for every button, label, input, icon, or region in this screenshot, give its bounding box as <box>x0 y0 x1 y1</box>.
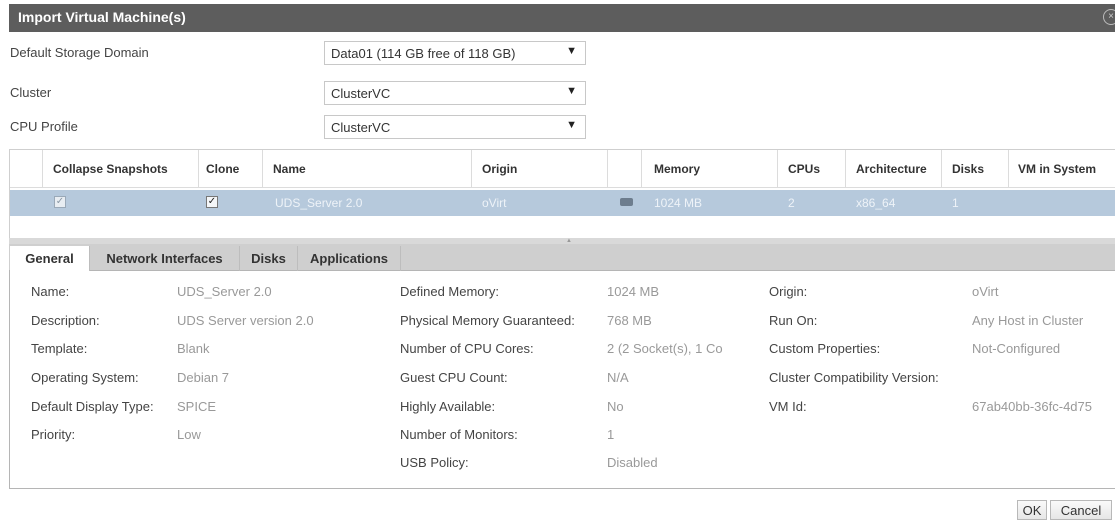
name-label: Name: <box>31 284 70 299</box>
origin-value: oVirt <box>972 284 999 299</box>
general-details-panel: Name: UDS_Server 2.0 Description: UDS Se… <box>9 271 1115 489</box>
default-display-type-label: Default Display Type: <box>31 399 154 414</box>
chevron-down-icon: ▼ <box>566 45 577 57</box>
template-label: Template: <box>31 341 88 356</box>
priority-label: Priority: <box>31 427 76 442</box>
chevron-down-icon: ▼ <box>566 85 577 97</box>
cpu-cores-label: Number of CPU Cores: <box>400 341 534 356</box>
cpu-profile-row: CPU Profile ClusterVC ▼ <box>10 115 590 139</box>
column-header-collapse-snapshots[interactable]: Collapse Snapshots <box>43 150 199 188</box>
column-header-clone[interactable]: Clone <box>199 150 263 188</box>
description-label: Description: <box>31 313 100 328</box>
column-header-cpus[interactable]: CPUs <box>778 150 846 188</box>
cluster-row: Cluster ClusterVC ▼ <box>10 81 590 105</box>
default-storage-domain-row: Default Storage Domain Data01 (114 GB fr… <box>10 41 590 65</box>
cluster-value: ClusterVC <box>331 86 391 101</box>
disk-icon <box>620 198 633 206</box>
physical-memory-guaranteed-value: 768 MB <box>607 313 652 328</box>
number-of-monitors-value: 1 <box>607 427 615 442</box>
default-storage-domain-select[interactable]: Data01 (114 GB free of 118 GB) ▼ <box>324 41 586 65</box>
priority-value: Low <box>177 427 201 442</box>
number-of-monitors-label: Number of Monitors: <box>400 427 518 442</box>
defined-memory-value: 1024 MB <box>607 284 660 299</box>
vm-architecture-cell: x86_64 <box>856 196 896 210</box>
run-on-value: Any Host in Cluster <box>972 313 1084 328</box>
operating-system-value: Debian 7 <box>177 370 230 385</box>
cpu-profile-value: ClusterVC <box>331 120 391 135</box>
column-header-select[interactable] <box>10 150 43 188</box>
tab-disks[interactable]: Disks <box>240 246 298 271</box>
default-display-type-value: SPICE <box>177 399 217 414</box>
cancel-button[interactable]: Cancel <box>1050 500 1112 520</box>
cluster-compatibility-version-label: Cluster Compatibility Version: <box>769 370 939 385</box>
cpu-profile-label: CPU Profile <box>10 119 78 134</box>
dialog-titlebar: Import Virtual Machine(s) × <box>9 4 1115 32</box>
custom-properties-value: Not-Configured <box>972 341 1061 356</box>
name-value: UDS_Server 2.0 <box>177 284 272 299</box>
tab-applications[interactable]: Applications <box>298 246 401 271</box>
defined-memory-label: Defined Memory: <box>400 284 499 299</box>
tab-general[interactable]: General <box>10 246 90 271</box>
run-on-label: Run On: <box>769 313 818 328</box>
vm-in-system-cell <box>1018 190 1108 216</box>
guest-cpu-count-value: N/A <box>607 370 629 385</box>
tab-network-interfaces[interactable]: Network Interfaces <box>90 246 240 271</box>
clone-checkbox[interactable]: ✓ <box>206 196 218 208</box>
default-storage-domain-label: Default Storage Domain <box>10 45 149 60</box>
cpu-cores-value: 2 (2 Socket(s), 1 Core(s) per Socket) <box>607 341 723 356</box>
cluster-select[interactable]: ClusterVC ▼ <box>324 81 586 105</box>
usb-policy-label: USB Policy: <box>400 455 469 470</box>
highly-available-value: No <box>607 399 624 414</box>
origin-label: Origin: <box>769 284 808 299</box>
vm-disks-cell: 1 <box>952 196 959 210</box>
vm-memory-cell: 1024 MB <box>654 196 703 210</box>
vm-id-label: VM Id: <box>769 399 807 414</box>
table-row[interactable]: ✓ ✓ UDS_Server 2.0 oVirt 1024 MB 2 x86_6… <box>10 190 1115 216</box>
cluster-label: Cluster <box>10 85 52 100</box>
usb-policy-value: Disabled <box>607 455 658 470</box>
vm-cpus-cell: 2 <box>788 196 795 210</box>
collapse-snapshots-checkbox[interactable]: ✓ <box>54 196 66 208</box>
custom-properties-label: Custom Properties: <box>769 341 881 356</box>
column-header-disks[interactable]: Disks <box>942 150 1009 188</box>
detail-tabs: General Network Interfaces Disks Applica… <box>9 244 1115 271</box>
column-header-status[interactable] <box>608 150 642 188</box>
chevron-down-icon: ▼ <box>566 119 577 131</box>
template-value: Blank <box>177 341 210 356</box>
vm-origin-cell: oVirt <box>482 196 507 210</box>
cpu-profile-select[interactable]: ClusterVC ▼ <box>324 115 586 139</box>
column-header-vm-in-system[interactable]: VM in System <box>1009 150 1115 188</box>
grid-header: Collapse Snapshots Clone Name Origin Mem… <box>10 150 1115 188</box>
column-header-memory[interactable]: Memory <box>642 150 778 188</box>
physical-memory-guaranteed-label: Physical Memory Guaranteed: <box>400 313 575 328</box>
close-icon[interactable]: × <box>1103 9 1115 25</box>
vm-name-cell: UDS_Server 2.0 <box>275 196 363 210</box>
guest-cpu-count-label: Guest CPU Count: <box>400 370 508 385</box>
highly-available-label: Highly Available: <box>400 399 496 414</box>
ok-button[interactable]: OK <box>1017 500 1047 520</box>
operating-system-label: Operating System: <box>31 370 139 385</box>
column-header-origin[interactable]: Origin <box>472 150 608 188</box>
vm-id-value: 67ab40bb-36fc-4d75 <box>972 399 1092 414</box>
dialog-title: Import Virtual Machine(s) <box>18 9 186 25</box>
description-value: UDS Server version 2.0 <box>177 313 314 328</box>
default-storage-domain-value: Data01 (114 GB free of 118 GB) <box>331 46 516 61</box>
vm-grid: Collapse Snapshots Clone Name Origin Mem… <box>9 149 1115 239</box>
column-header-name[interactable]: Name <box>263 150 472 188</box>
column-header-architecture[interactable]: Architecture <box>846 150 942 188</box>
